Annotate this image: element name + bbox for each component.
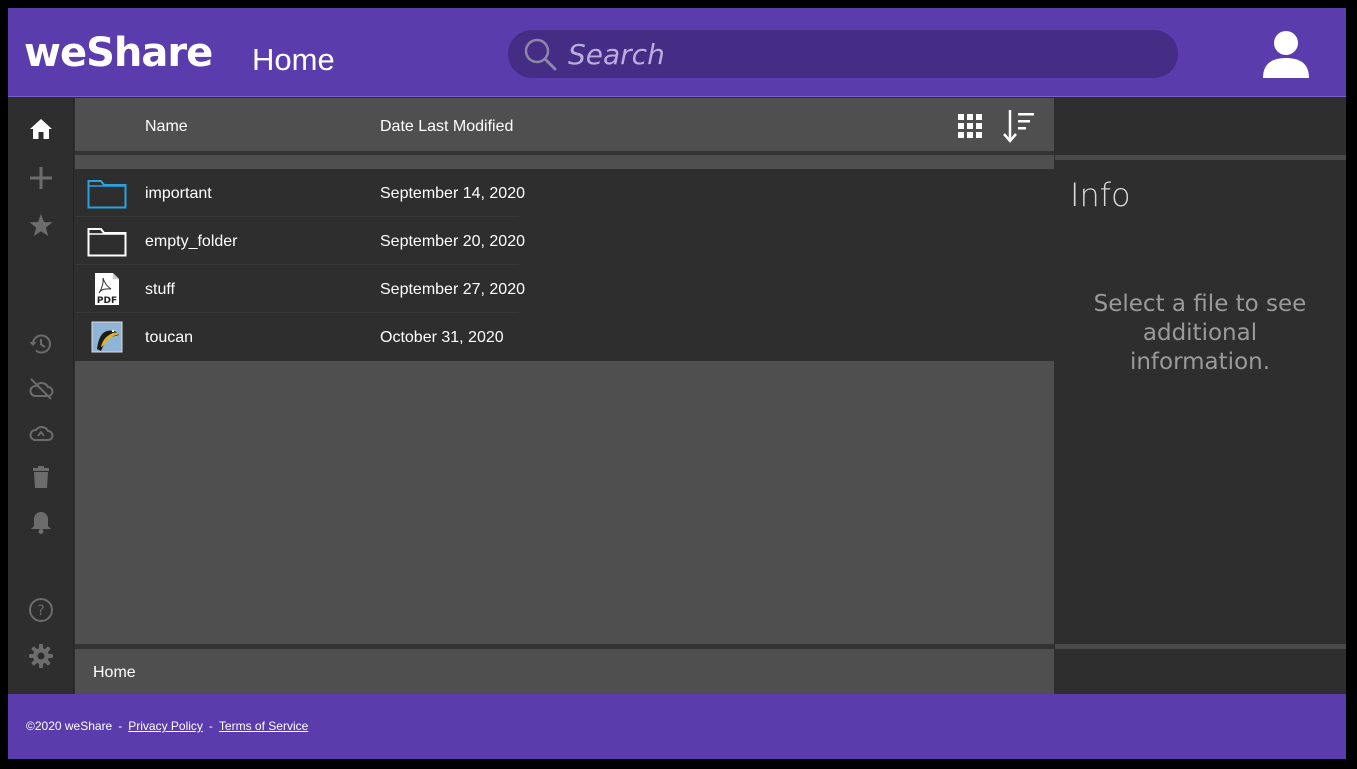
file-date: September 20, 2020 — [380, 233, 525, 250]
file-name: important — [145, 185, 212, 202]
file-row-empty-folder[interactable]: empty_folder September 20, 2020 — [75, 217, 1054, 265]
column-date-header[interactable]: Date Last Modified — [380, 118, 513, 136]
image-file-icon — [91, 321, 123, 353]
cloud-recycle-icon[interactable] — [28, 420, 54, 446]
file-row-toucan[interactable]: toucan October 31, 2020 — [75, 313, 1054, 361]
file-name: toucan — [145, 329, 194, 346]
file-name: stuff — [145, 281, 175, 298]
info-panel: Info Select a file to see additional inf… — [1055, 98, 1346, 694]
breadcrumb[interactable]: Home — [93, 664, 136, 682]
file-browser: Name Date Last Modified important Septem… — [75, 98, 1054, 694]
sort-icon[interactable] — [1001, 108, 1037, 144]
separator: - — [118, 719, 123, 733]
column-name-header[interactable]: Name — [145, 118, 188, 136]
top-bar: weShare Home — [8, 8, 1346, 97]
info-bottom-divider — [1055, 644, 1346, 649]
bell-icon[interactable] — [28, 509, 54, 535]
info-top-divider — [1055, 155, 1346, 160]
help-icon[interactable]: ? — [28, 597, 54, 623]
privacy-policy-link[interactable]: Privacy Policy — [128, 719, 203, 733]
search-icon — [524, 38, 557, 71]
pdf-file-icon: PDF — [95, 273, 119, 305]
trash-icon[interactable] — [28, 464, 54, 490]
gear-icon[interactable] — [28, 643, 54, 669]
logo[interactable]: weShare — [24, 30, 213, 76]
footer-links: ©2020 weShare - Privacy Policy - Terms of Se… — [26, 719, 308, 733]
file-date: October 31, 2020 — [380, 329, 504, 346]
separator: - — [208, 719, 213, 733]
star-icon[interactable] — [28, 212, 54, 238]
history-icon[interactable] — [28, 331, 54, 357]
page-title: Home — [252, 42, 335, 77]
user-avatar-icon[interactable] — [1260, 28, 1312, 80]
copyright-text: ©2020 weShare — [26, 719, 113, 733]
search-bar[interactable] — [508, 30, 1178, 78]
file-row-stuff[interactable]: PDF stuff September 27, 2020 — [75, 265, 1054, 313]
cloud-off-icon[interactable] — [28, 376, 54, 402]
footer: ©2020 weShare - Privacy Policy - Terms of Se… — [8, 694, 1346, 759]
column-header: Name Date Last Modified — [75, 98, 1054, 155]
info-empty-message: Select a file to see additional informat… — [1093, 291, 1307, 375]
file-date: September 14, 2020 — [380, 185, 525, 202]
search-input[interactable] — [568, 37, 1128, 71]
file-date: September 27, 2020 — [380, 281, 525, 298]
file-list: important September 14, 2020 empty_folde… — [75, 169, 1054, 361]
terms-of-service-link[interactable]: Terms of Service — [219, 719, 308, 733]
home-icon[interactable] — [28, 116, 54, 142]
grid-view-icon[interactable] — [957, 113, 983, 139]
svg-text:?: ? — [37, 603, 44, 619]
app-frame: weShare Home Search ? Name Date Last Mod… — [8, 8, 1346, 759]
add-icon[interactable] — [28, 165, 54, 191]
sidebar-nav: ? — [8, 98, 74, 694]
file-row-important[interactable]: important September 14, 2020 — [75, 169, 1054, 217]
svg-text:PDF: PDF — [97, 296, 117, 305]
file-name: empty_folder — [145, 233, 238, 250]
info-title: Info — [1070, 176, 1131, 214]
folder-icon — [87, 228, 127, 257]
breadcrumb-bar: Home — [75, 644, 1054, 694]
folder-icon — [87, 180, 127, 209]
header-separator — [75, 159, 1054, 169]
